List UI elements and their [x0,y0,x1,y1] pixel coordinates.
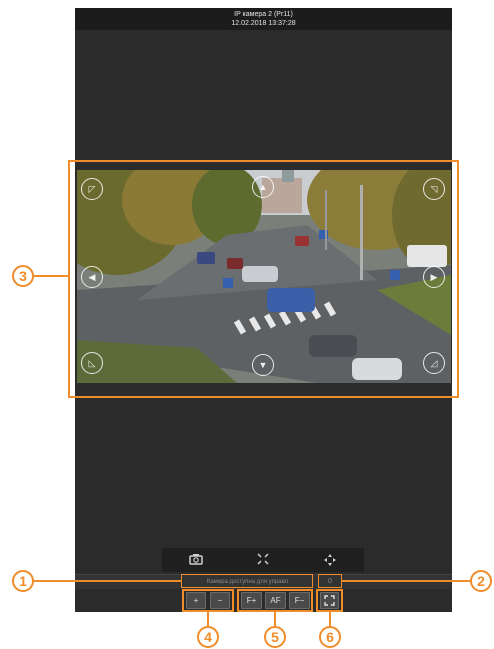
callout-2-line [342,580,470,582]
fullscreen-button[interactable] [320,592,339,609]
fullscreen-icon [324,595,335,606]
callout-4: 4 [197,626,219,648]
zoom-out-button[interactable]: − [210,592,230,609]
callout-1: 1 [12,570,34,592]
toolbar [162,548,364,572]
callout-5: 5 [264,626,286,648]
video-header: IP камера 2 (Pr11) 12.02.2018 13:37:28 [75,8,452,30]
callout-3-line [34,275,68,277]
autofocus-button[interactable]: AF [265,592,286,609]
timestamp: 12.02.2018 13:37:28 [231,20,296,27]
focus-plus-button[interactable]: F+ [241,592,262,609]
zoom-in-button[interactable]: + [186,592,206,609]
callout-6: 6 [319,626,341,648]
camera-icon[interactable] [188,553,204,567]
crosshair-icon[interactable] [255,553,271,567]
status-callout-frame [181,574,313,588]
callout-5-line [274,612,276,626]
focus-minus-button[interactable]: F− [289,592,310,609]
callout-2: 2 [470,570,492,592]
callout-6-line [329,612,331,626]
callout-1-line [34,580,181,582]
callout-4-line [207,612,209,626]
video-callout-frame [68,160,459,398]
ptz-arrows-icon[interactable] [322,553,338,567]
counter-callout-frame [318,574,342,588]
camera-title: IP камера 2 (Pr11) [234,11,293,18]
callout-3: 3 [12,265,34,287]
